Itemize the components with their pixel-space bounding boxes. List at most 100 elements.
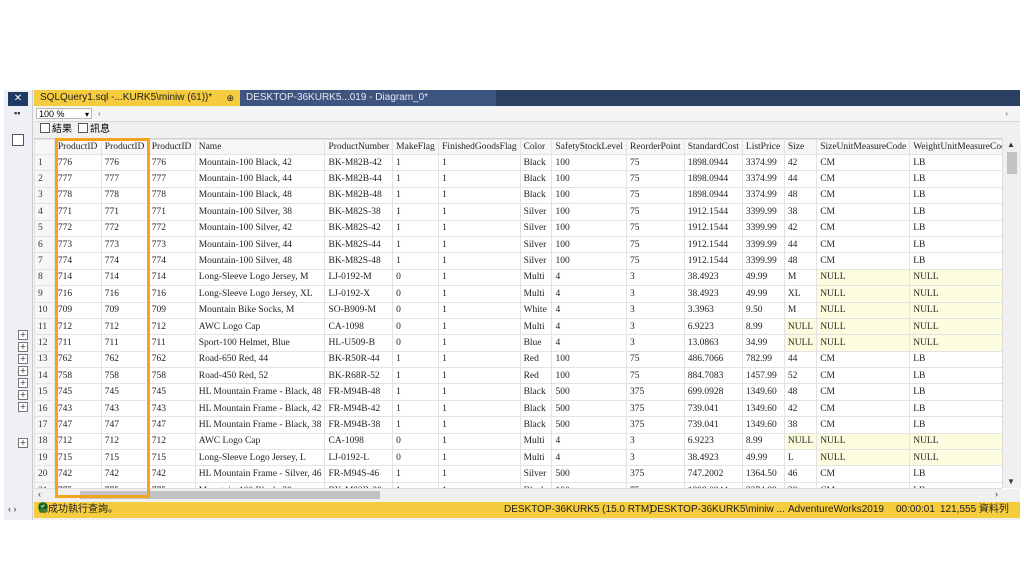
- table-cell[interactable]: 1: [438, 317, 521, 336]
- table-row[interactable]: 15 745 745 745 HL Mountain Frame - Black, 48…: [34, 383, 1020, 401]
- table-cell[interactable]: 375: [626, 383, 685, 401]
- column-header[interactable]: StandardCost: [683, 139, 743, 155]
- table-cell[interactable]: 4: [551, 334, 628, 352]
- scroll-thumb[interactable]: [80, 491, 380, 499]
- table-row[interactable]: 12 711 711 711 Sport-100 Helmet, Blue HL-U509…: [34, 334, 1020, 352]
- table-cell[interactable]: Multi: [519, 432, 553, 451]
- table-cell[interactable]: 1364.50: [741, 465, 785, 483]
- table-cell[interactable]: CM: [816, 153, 911, 172]
- table-cell[interactable]: NULL: [783, 432, 818, 451]
- table-cell[interactable]: 712: [53, 317, 102, 336]
- table-cell[interactable]: 772: [53, 219, 102, 237]
- column-header[interactable]: ListPrice: [741, 139, 785, 155]
- table-cell[interactable]: 1: [392, 252, 440, 270]
- table-cell[interactable]: 778: [147, 186, 196, 205]
- row-number[interactable]: 8: [34, 268, 55, 287]
- table-cell[interactable]: 1: [392, 350, 440, 369]
- table-cell[interactable]: 709: [100, 301, 149, 319]
- table-cell[interactable]: Mountain-100 Black, 42: [194, 153, 326, 172]
- table-cell[interactable]: CM: [816, 219, 911, 237]
- table-row[interactable]: 14 758 758 758 Road-450 Red, 52 BK-R68R-52 1 1 R…: [34, 367, 1020, 385]
- table-cell[interactable]: 75: [626, 350, 685, 369]
- table-cell[interactable]: 9.50: [741, 301, 785, 319]
- table-cell[interactable]: 709: [147, 301, 196, 319]
- table-row[interactable]: 5 772 772 772 Mountain-100 Silver, 42 BK-M82S…: [34, 219, 1020, 237]
- table-cell[interactable]: 1912.1544: [683, 252, 743, 270]
- table-cell[interactable]: 48: [783, 186, 818, 205]
- column-header[interactable]: MakeFlag: [392, 139, 440, 155]
- table-cell[interactable]: Mountain-100 Silver, 44: [194, 235, 326, 254]
- table-cell[interactable]: CM: [816, 399, 911, 418]
- table-cell[interactable]: 699.0928: [683, 383, 743, 401]
- table-cell[interactable]: 44: [783, 235, 818, 254]
- scroll-thumb[interactable]: [1007, 152, 1017, 174]
- table-cell[interactable]: 1: [438, 432, 521, 451]
- expand-icon[interactable]: +: [18, 390, 28, 400]
- table-cell[interactable]: Black: [519, 416, 553, 434]
- table-cell[interactable]: 1: [438, 153, 521, 172]
- table-cell[interactable]: 1912.1544: [683, 235, 743, 254]
- table-cell[interactable]: 42: [783, 399, 818, 418]
- table-cell[interactable]: Black: [519, 170, 553, 188]
- table-cell[interactable]: 747.2002: [683, 465, 743, 483]
- row-number[interactable]: 10: [34, 301, 55, 319]
- expand-icon[interactable]: +: [18, 402, 28, 412]
- table-cell[interactable]: 712: [100, 432, 149, 451]
- table-cell[interactable]: BK-M82S-38: [324, 203, 394, 221]
- row-number[interactable]: 18: [34, 432, 55, 451]
- expand-icon[interactable]: +: [18, 342, 28, 352]
- table-cell[interactable]: Red: [519, 367, 553, 385]
- table-cell[interactable]: 773: [100, 235, 149, 254]
- table-cell[interactable]: 3374.99: [741, 153, 785, 172]
- row-number[interactable]: 7: [34, 252, 55, 270]
- table-row[interactable]: 13 762 762 762 Road-650 Red, 44 BK-R50R-44 1 1 R…: [34, 350, 1020, 369]
- table-cell[interactable]: 6.9223: [683, 317, 743, 336]
- table-cell[interactable]: 1: [392, 203, 440, 221]
- table-cell[interactable]: 1: [438, 334, 521, 352]
- table-cell[interactable]: 747: [100, 416, 149, 434]
- table-row[interactable]: 17 747 747 747 HL Mountain Frame - Black, 38…: [34, 416, 1020, 434]
- row-number[interactable]: 6: [34, 235, 55, 254]
- table-cell[interactable]: CM: [816, 186, 911, 205]
- table-cell[interactable]: 3399.99: [741, 203, 785, 221]
- table-cell[interactable]: FR-M94B-42: [324, 399, 394, 418]
- table-cell[interactable]: 762: [53, 350, 102, 369]
- table-row[interactable]: 2 777 777 777 Mountain-100 Black, 44 BK-M82B-…: [34, 170, 1020, 188]
- table-cell[interactable]: 4: [551, 449, 628, 467]
- scroll-left-icon[interactable]: ‹: [38, 489, 41, 499]
- table-cell[interactable]: 778: [100, 186, 149, 205]
- table-cell[interactable]: 1457.99: [741, 367, 785, 385]
- row-number[interactable]: 17: [34, 416, 55, 434]
- table-cell[interactable]: BK-M82B-44: [324, 170, 394, 188]
- table-cell[interactable]: NULL: [816, 449, 911, 467]
- table-cell[interactable]: 1: [392, 219, 440, 237]
- table-cell[interactable]: 762: [100, 350, 149, 369]
- row-number[interactable]: 19: [34, 449, 55, 467]
- table-cell[interactable]: Silver: [519, 219, 553, 237]
- table-cell[interactable]: LJ-0192-L: [324, 449, 394, 467]
- table-cell[interactable]: 774: [53, 252, 102, 270]
- scroll-right-icon[interactable]: ›: [1005, 109, 1008, 118]
- column-header[interactable]: SafetyStockLevel: [551, 139, 628, 155]
- table-cell[interactable]: 3: [626, 334, 685, 352]
- table-cell[interactable]: 773: [53, 235, 102, 254]
- table-cell[interactable]: 1898.0944: [683, 186, 743, 205]
- results-grid[interactable]: ProductID ProductID ProductID Name ProductNu…: [34, 138, 1020, 489]
- table-cell[interactable]: 712: [147, 432, 196, 451]
- table-cell[interactable]: 100: [551, 203, 628, 221]
- table-cell[interactable]: 777: [100, 170, 149, 188]
- table-cell[interactable]: 75: [626, 252, 685, 270]
- table-cell[interactable]: CM: [816, 252, 911, 270]
- table-cell[interactable]: 711: [100, 334, 149, 352]
- table-cell[interactable]: 8.99: [741, 432, 785, 451]
- table-cell[interactable]: 771: [53, 203, 102, 221]
- table-cell[interactable]: 1898.0944: [683, 153, 743, 172]
- table-cell[interactable]: 0: [392, 301, 440, 319]
- table-cell[interactable]: L: [783, 449, 818, 467]
- table-cell[interactable]: Black: [519, 383, 553, 401]
- table-row[interactable]: 3 778 778 778 Mountain-100 Black, 48 BK-M82B-…: [34, 186, 1020, 205]
- table-cell[interactable]: CM: [816, 170, 911, 188]
- table-row[interactable]: 19 715 715 715 Long-Sleeve Logo Jersey, L LJ-…: [34, 449, 1020, 467]
- table-cell[interactable]: 712: [53, 432, 102, 451]
- scroll-down-icon[interactable]: ▼: [1007, 477, 1015, 486]
